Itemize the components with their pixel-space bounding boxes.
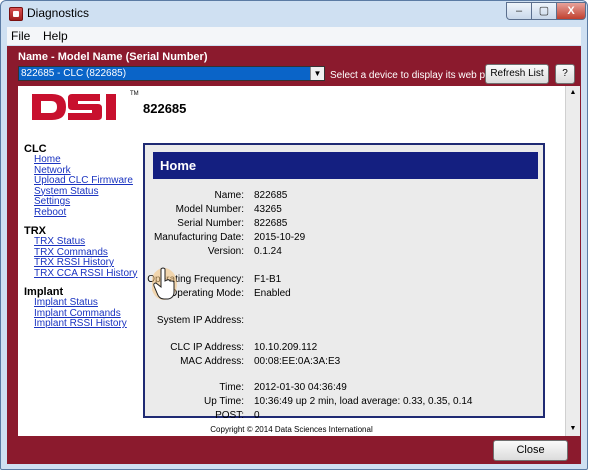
label-model: Model Number: bbox=[175, 204, 244, 215]
value-post: 0 bbox=[254, 410, 260, 421]
label-post: POST: bbox=[215, 410, 244, 421]
scroll-up-arrow-icon[interactable]: ▲ bbox=[566, 86, 580, 100]
nav-link-implant-rssi-history[interactable]: Implant RSSI History bbox=[24, 318, 137, 330]
dsi-logo bbox=[32, 94, 116, 120]
value-mac: 00:08:EE:0A:3A:E3 bbox=[254, 356, 341, 367]
main-panel: Name - Model Name (Serial Number) 822685… bbox=[7, 46, 581, 464]
nav-link-settings[interactable]: Settings bbox=[24, 196, 137, 208]
label-mac: MAC Address: bbox=[180, 356, 244, 367]
menu-file[interactable]: File bbox=[11, 29, 30, 43]
window-title: Diagnostics bbox=[27, 6, 90, 20]
value-frequency: F1-B1 bbox=[254, 274, 282, 285]
value-name: 822685 bbox=[254, 190, 288, 201]
menu-help[interactable]: Help bbox=[43, 29, 68, 43]
label-mfg-date: Manufacturing Date: bbox=[153, 232, 244, 243]
device-select[interactable]: 822685 - CLC (822685) ▼ bbox=[18, 66, 325, 81]
label-version: Version: bbox=[207, 246, 244, 257]
nav-link-reboot[interactable]: Reboot bbox=[24, 207, 137, 219]
close-button[interactable]: Close bbox=[493, 440, 568, 461]
scroll-down-arrow-icon[interactable]: ▼ bbox=[566, 422, 580, 436]
trademark-mark: TM bbox=[130, 91, 139, 97]
label-time: Time: bbox=[219, 382, 244, 393]
label-name: Name: bbox=[214, 190, 244, 201]
nav-link-trx-status[interactable]: TRX Status bbox=[24, 236, 137, 248]
value-version: 0.1.24 bbox=[254, 246, 282, 257]
side-navigation: CLC Home Network Upload CLC Firmware Sys… bbox=[24, 143, 137, 330]
maximize-button[interactable]: ▢ bbox=[531, 2, 557, 20]
app-icon bbox=[9, 7, 23, 21]
device-select-value: 822685 - CLC (822685) bbox=[21, 68, 127, 79]
nav-link-home[interactable]: Home bbox=[24, 154, 137, 166]
refresh-list-button[interactable]: Refresh List bbox=[485, 64, 549, 84]
label-uptime: Up Time: bbox=[203, 396, 244, 407]
menu-bar: File Help bbox=[7, 27, 581, 45]
value-mfg-date: 2015-10-29 bbox=[254, 232, 306, 243]
device-web-view: TM 822685 CLC Home Network Upload CLC Fi… bbox=[18, 86, 565, 436]
label-mode: Operating Mode: bbox=[169, 288, 245, 299]
select-hint: Select a device to display its web page bbox=[330, 70, 502, 81]
minimize-button[interactable]: – bbox=[506, 2, 532, 20]
chevron-down-icon[interactable]: ▼ bbox=[310, 67, 324, 80]
home-panel-title: Home bbox=[153, 152, 538, 179]
value-clc-ip: 10.10.209.112 bbox=[254, 342, 318, 353]
label-serial: Serial Number: bbox=[177, 218, 244, 229]
value-mode: Enabled bbox=[254, 288, 291, 299]
title-bar[interactable]: Diagnostics – ▢ X bbox=[1, 1, 587, 27]
web-view-scrollbar[interactable]: ▲ ▼ bbox=[565, 86, 580, 436]
copyright-text: Copyright © 2014 Data Sciences Internati… bbox=[210, 425, 373, 434]
nav-link-implant-status[interactable]: Implant Status bbox=[24, 297, 137, 309]
help-button[interactable]: ? bbox=[555, 64, 575, 84]
diagnostics-window: Diagnostics – ▢ X File Help Name - Model… bbox=[0, 0, 588, 470]
value-uptime: 10:36:49 up 2 min, load average: 0.33, 0… bbox=[254, 396, 473, 407]
close-window-button[interactable]: X bbox=[556, 2, 586, 20]
device-id-heading: 822685 bbox=[143, 101, 187, 116]
label-system-ip: System IP Address: bbox=[156, 315, 244, 326]
nav-link-upload-firmware[interactable]: Upload CLC Firmware bbox=[24, 175, 137, 187]
label-clc-ip: CLC IP Address: bbox=[170, 342, 244, 353]
hand-pointer-icon bbox=[152, 267, 177, 300]
home-info-panel: Home Name: 822685 Model Number: 43265 Se… bbox=[143, 143, 545, 421]
nav-link-trx-rssi-history[interactable]: TRX RSSI History bbox=[24, 257, 137, 269]
device-field-label: Name - Model Name (Serial Number) bbox=[18, 51, 208, 63]
value-serial: 822685 bbox=[254, 218, 288, 229]
nav-link-trx-cca-rssi-history[interactable]: TRX CCA RSSI History bbox=[24, 268, 137, 280]
value-time: 2012-01-30 04:36:49 bbox=[254, 382, 347, 393]
value-model: 43265 bbox=[254, 204, 282, 215]
